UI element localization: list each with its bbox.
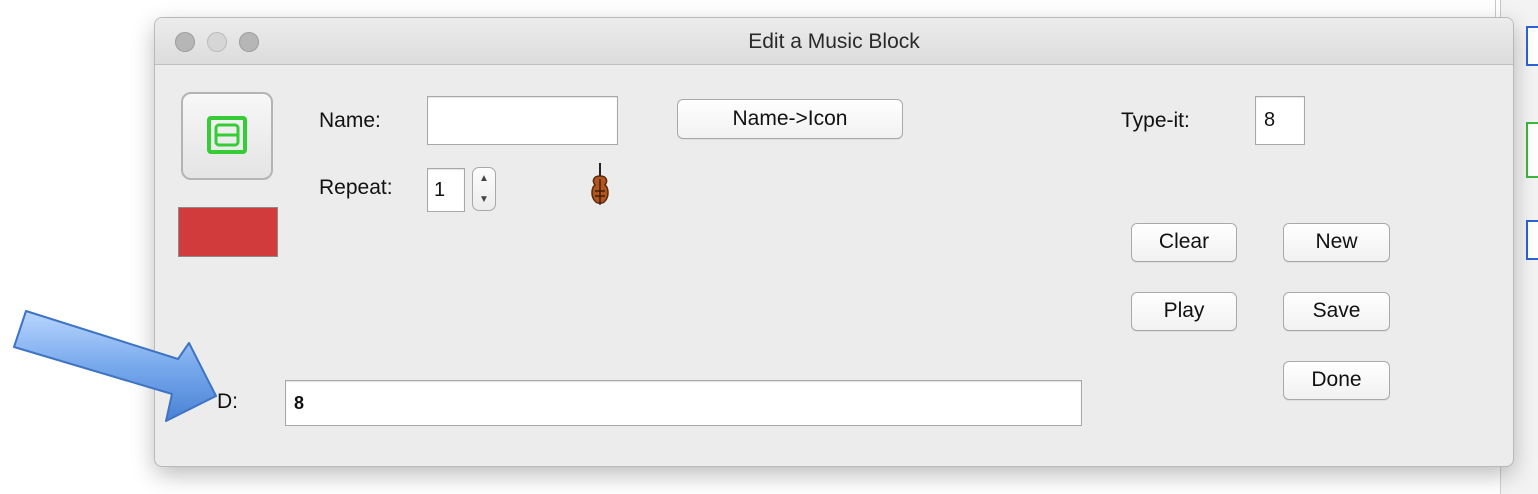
background-divider [1500, 0, 1501, 18]
dialog-title: Edit a Music Block [748, 30, 920, 53]
clear-button[interactable]: Clear [1131, 223, 1237, 262]
annotation-arrow-icon [13, 310, 217, 422]
stepper-down-icon[interactable]: ▼ [473, 189, 495, 210]
save-button[interactable]: Save [1283, 292, 1390, 331]
type-it-label: Type-it: [1121, 109, 1190, 132]
repeat-label: Repeat: [319, 176, 393, 199]
play-button[interactable]: Play [1131, 292, 1237, 331]
background-block-blue [1526, 220, 1538, 260]
background-divider [1495, 0, 1496, 18]
name-to-icon-button[interactable]: Name->Icon [677, 99, 903, 139]
repeat-input[interactable] [427, 168, 465, 212]
background-block-blue [1526, 26, 1538, 66]
d-input[interactable] [285, 380, 1082, 426]
type-it-input[interactable] [1255, 96, 1305, 145]
new-button[interactable]: New [1283, 223, 1390, 262]
repeat-stepper[interactable]: ▲ ▼ [472, 167, 496, 211]
background-block-green [1526, 122, 1538, 178]
title-bar: Edit a Music Block [155, 18, 1513, 65]
stepper-up-icon[interactable]: ▲ [473, 168, 495, 189]
violin-icon[interactable] [588, 163, 612, 211]
done-button[interactable]: Done [1283, 361, 1390, 400]
name-label: Name: [319, 109, 381, 132]
edit-music-block-dialog: Edit a Music Block Name: Name->Icon Type… [155, 18, 1513, 466]
name-input[interactable] [427, 96, 618, 145]
